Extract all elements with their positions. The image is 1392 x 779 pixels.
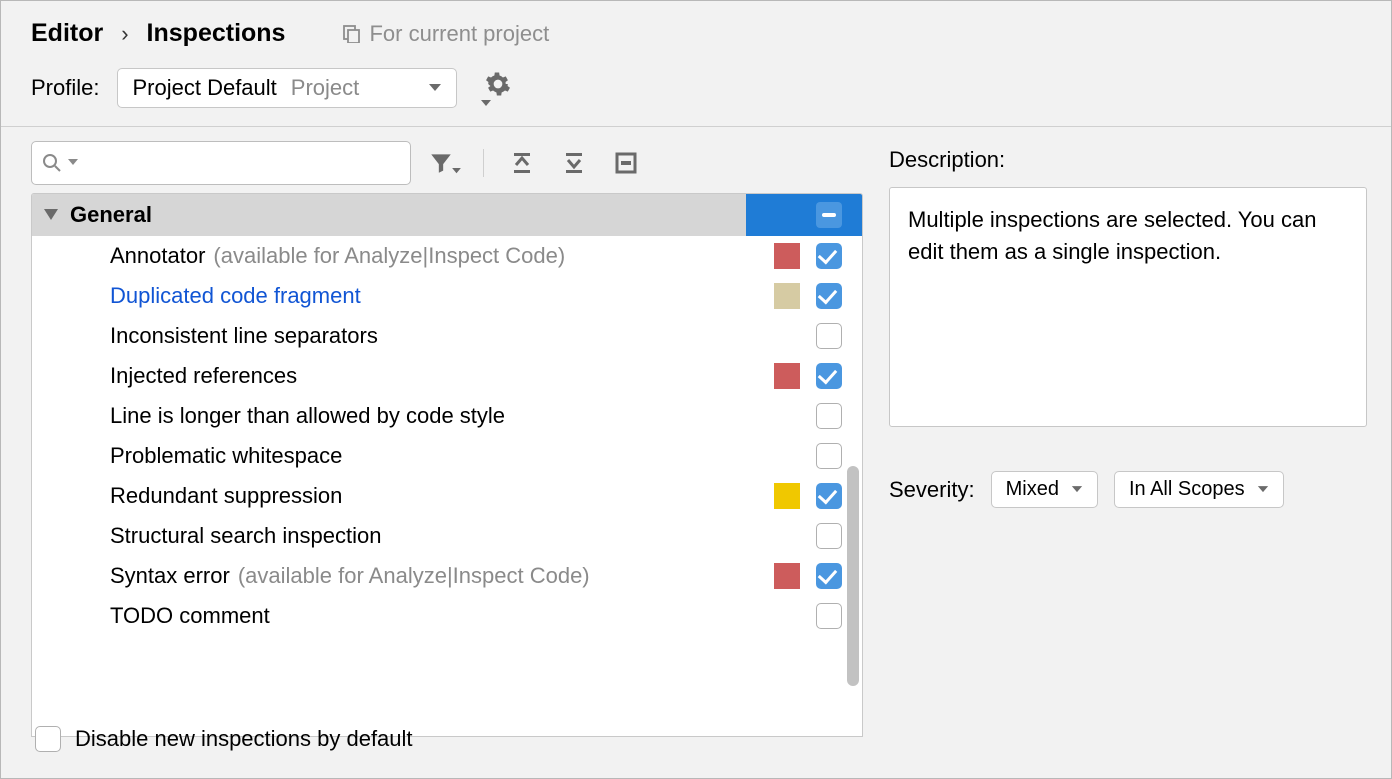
inspection-checkbox[interactable] — [816, 283, 842, 309]
disable-new-checkbox[interactable] — [35, 726, 61, 752]
tree-body[interactable]: Annotator (available for Analyze|Inspect … — [32, 236, 862, 736]
tree-row-label: Problematic whitespace — [110, 443, 342, 469]
tree-row-label: TODO comment — [110, 603, 270, 629]
search-field[interactable] — [31, 141, 411, 185]
severity-swatch — [774, 243, 800, 269]
collapse-all-icon — [562, 151, 586, 175]
inspections-tree: General Annotator (available for Analyze|… — [31, 193, 863, 737]
scrollbar-thumb[interactable] — [847, 466, 859, 686]
tree-row[interactable]: Inconsistent line separators — [32, 316, 862, 356]
tree-row[interactable]: Annotator (available for Analyze|Inspect … — [32, 236, 862, 276]
inspection-checkbox[interactable] — [816, 363, 842, 389]
description-box: Multiple inspections are selected. You c… — [889, 187, 1367, 427]
tree-row-label: Syntax error — [110, 563, 230, 589]
tree-row[interactable]: Duplicated code fragment — [32, 276, 862, 316]
chevron-down-icon — [1257, 485, 1269, 494]
severity-swatch — [774, 443, 800, 469]
filter-icon — [428, 150, 454, 176]
severity-swatch — [774, 283, 800, 309]
inspection-checkbox[interactable] — [816, 243, 842, 269]
reset-button[interactable] — [608, 145, 644, 181]
inspection-checkbox[interactable] — [816, 483, 842, 509]
inspections-toolbar — [31, 141, 863, 193]
tree-row[interactable]: Redundant suppression — [32, 476, 862, 516]
tree-row-label: Redundant suppression — [110, 483, 342, 509]
profile-selected: Project Default — [132, 75, 276, 101]
profile-row: Profile: Project Default Project — [1, 58, 1391, 127]
tree-row[interactable]: Line is longer than allowed by code styl… — [32, 396, 862, 436]
scope-dropdown[interactable]: In All Scopes — [1114, 471, 1284, 508]
tree-row-label: Structural search inspection — [110, 523, 381, 549]
reset-icon — [615, 152, 637, 174]
tree-row[interactable]: Injected references — [32, 356, 862, 396]
severity-dropdown[interactable]: Mixed — [991, 471, 1098, 508]
tree-group-status — [746, 194, 862, 236]
breadcrumb-parent[interactable]: Editor — [31, 19, 103, 48]
breadcrumb-current: Inspections — [147, 19, 286, 48]
severity-row: Severity: Mixed In All Scopes — [889, 471, 1367, 508]
severity-swatch — [774, 323, 800, 349]
disclosure-triangle-icon — [44, 209, 58, 221]
breadcrumb: Editor › Inspections For current project — [1, 1, 1391, 58]
inspections-right-panel: Description: Multiple inspections are se… — [889, 141, 1367, 737]
context-badge-label: For current project — [369, 21, 549, 47]
severity-swatch — [774, 523, 800, 549]
tree-row-hint: (available for Analyze|Inspect Code) — [238, 563, 590, 589]
tree-row-label: Line is longer than allowed by code styl… — [110, 403, 505, 429]
settings-window: Editor › Inspections For current project… — [0, 0, 1392, 779]
collapse-all-button[interactable] — [556, 145, 592, 181]
inspection-checkbox[interactable] — [816, 443, 842, 469]
search-icon — [42, 153, 62, 173]
inspection-checkbox[interactable] — [816, 563, 842, 589]
footer-row: Disable new inspections by default — [35, 726, 413, 752]
inspections-left-panel: General Annotator (available for Analyze|… — [31, 141, 863, 737]
group-mixed-checkbox[interactable] — [816, 202, 842, 228]
severity-label: Severity: — [889, 477, 975, 503]
inspection-checkbox[interactable] — [816, 403, 842, 429]
filter-button[interactable] — [427, 145, 463, 181]
tree-row-hint: (available for Analyze|Inspect Code) — [213, 243, 565, 269]
severity-value: Mixed — [1006, 478, 1059, 501]
tree-row[interactable]: Syntax error (available for Analyze|Inspe… — [32, 556, 862, 596]
tree-row[interactable]: Structural search inspection — [32, 516, 862, 556]
tree-group-title: General — [70, 202, 746, 228]
tree-row-label: Injected references — [110, 363, 297, 389]
expand-all-button[interactable] — [504, 145, 540, 181]
inspection-checkbox[interactable] — [816, 603, 842, 629]
tree-group-header[interactable]: General — [32, 194, 862, 236]
toolbar-separator — [483, 149, 484, 177]
gear-icon — [485, 71, 511, 97]
profile-label: Profile: — [31, 75, 99, 101]
context-badge: For current project — [343, 21, 549, 47]
inspection-checkbox[interactable] — [816, 323, 842, 349]
project-scope-icon — [343, 25, 361, 43]
severity-swatch — [774, 563, 800, 589]
search-input[interactable] — [84, 151, 400, 176]
tree-row-label: Inconsistent line separators — [110, 323, 378, 349]
profile-dropdown[interactable]: Project Default Project — [117, 68, 457, 108]
tree-row[interactable]: TODO comment — [32, 596, 862, 636]
chevron-down-icon — [428, 83, 442, 93]
description-label: Description: — [889, 147, 1367, 173]
severity-swatch — [774, 363, 800, 389]
disable-new-label: Disable new inspections by default — [75, 726, 413, 752]
tree-row-label: Duplicated code fragment — [110, 283, 361, 309]
expand-all-icon — [510, 151, 534, 175]
inspection-checkbox[interactable] — [816, 523, 842, 549]
tree-row[interactable]: Problematic whitespace — [32, 436, 862, 476]
profile-settings-button[interactable] — [485, 71, 511, 105]
search-caret-icon — [68, 159, 78, 167]
chevron-down-icon — [1071, 485, 1083, 494]
scope-value: In All Scopes — [1129, 478, 1245, 501]
severity-swatch — [774, 603, 800, 629]
severity-swatch — [774, 483, 800, 509]
tree-row-label: Annotator — [110, 243, 205, 269]
breadcrumb-separator: › — [121, 21, 128, 47]
severity-swatch — [774, 403, 800, 429]
profile-scope: Project — [291, 75, 359, 101]
